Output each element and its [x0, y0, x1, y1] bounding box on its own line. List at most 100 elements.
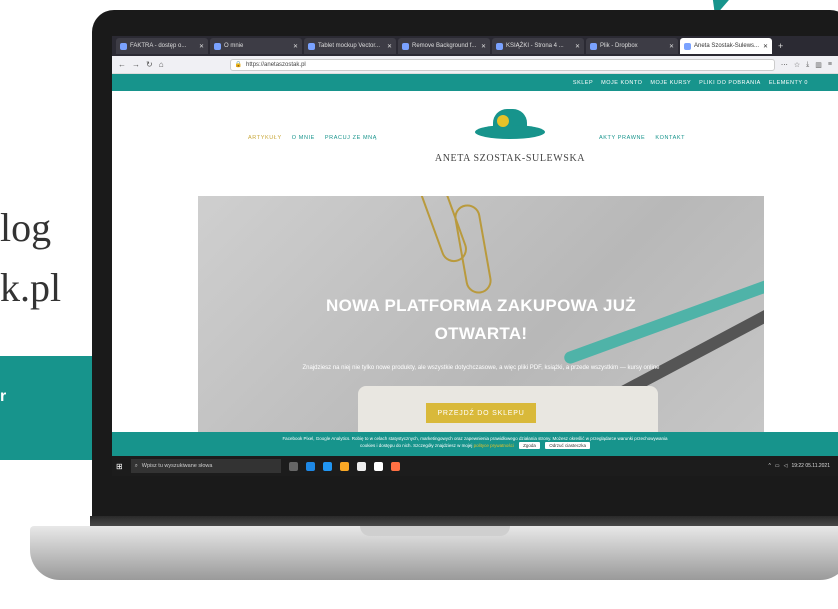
cookie-accept-button[interactable]: Zgoda — [519, 442, 540, 449]
main-nav-left: ARTYKUŁY O MNIE PRACUJ ZE MNĄ — [248, 135, 377, 141]
browser-tab[interactable]: FAKTRA - dostęp o... ✕ — [116, 38, 208, 54]
home-icon[interactable]: ⌂ — [159, 60, 164, 69]
browser-tab-bar: FAKTRA - dostęp o... ✕ O mnie ✕ Tablet moc… — [112, 36, 838, 56]
presentation-slide: log k.pl r FAKTRA - dostęp o... ✕ O mnie ✕… — [0, 0, 838, 609]
taskbar-search-placeholder: Wpisz tu wyszukiwane słowa — [141, 463, 213, 469]
lock-icon: 🔒 — [234, 62, 243, 68]
hero-title-line2: OTWARTA! — [434, 324, 528, 343]
topbar-link-courses[interactable]: MOJE KURSY — [650, 80, 691, 86]
site-logo[interactable]: ANETA SZOSTAK-SULEWSKA — [430, 105, 590, 164]
nav-link-legal[interactable]: AKTY PRAWNE — [599, 135, 645, 141]
close-tab-icon[interactable]: ✕ — [293, 43, 298, 50]
browser-tab[interactable]: Remove Background f... ✕ — [398, 38, 490, 54]
nav-link-contact[interactable]: KONTAKT — [655, 135, 685, 141]
topbar-link-downloads[interactable]: PLIKI DO POBRANIA — [699, 80, 761, 86]
close-tab-icon[interactable]: ✕ — [481, 43, 486, 50]
pencil-image — [562, 278, 764, 366]
clock-date: 05.11.2021 — [805, 463, 830, 469]
tab-label: FAKTRA - dostęp o... — [130, 43, 187, 49]
menu-dots-icon[interactable]: ⋯ — [781, 61, 788, 69]
tab-label: Aneta Szostak-Sulews... — [694, 43, 760, 49]
close-tab-icon[interactable]: ✕ — [387, 43, 392, 50]
volume-icon[interactable]: ◁ — [784, 463, 788, 469]
favicon-icon — [684, 42, 691, 50]
tab-label: Remove Background f... — [412, 43, 477, 49]
browser-tab[interactable]: O mnie ✕ — [210, 38, 302, 54]
cookie-text: Facebook Pixel, Google Analytics. Robię … — [282, 436, 668, 441]
go-to-shop-button[interactable]: PRZEJDŹ DO SKLEPU — [426, 403, 536, 423]
logo-text: ANETA SZOSTAK-SULEWSKA — [434, 153, 586, 164]
cookie-reject-button[interactable]: Odrzuć ciasteczka — [545, 442, 590, 449]
cookie-text-line2: cookies i dostępu do nich. Szczegóły zna… — [112, 442, 838, 449]
tab-label: O mnie — [224, 43, 244, 49]
nav-link-articles[interactable]: ARTYKUŁY — [248, 135, 282, 141]
browser-tab[interactable]: Tablet mockup Vector... ✕ — [304, 38, 396, 54]
clock-time: 19:22 — [791, 463, 804, 469]
browser-tab-active[interactable]: Aneta Szostak-Sulews... ✕ — [680, 38, 772, 54]
bookmark-star-icon[interactable]: ☆ — [794, 61, 800, 69]
address-bar[interactable]: 🔒 https://anetaszostak.pl — [229, 58, 775, 71]
nav-link-work-with-me[interactable]: PRACUJ ZE MNĄ — [325, 135, 377, 141]
hat-logo-icon — [475, 105, 545, 149]
photoshop-icon[interactable] — [305, 461, 315, 471]
favicon-icon — [120, 42, 127, 50]
screen-bezel-bottom — [112, 476, 838, 502]
main-nav-right: AKTY PRAWNE KONTAKT — [599, 135, 685, 141]
favicon-icon — [590, 42, 597, 50]
hero-banner: NOWA PLATFORMA ZAKUPOWA JUŻ OTWARTA! Zna… — [198, 196, 764, 432]
browser-toolbar-icons: ⋯ ☆ ⤓ ▥ ≡ — [781, 61, 832, 69]
system-tray: ^ ▭ ◁ 19:22 05.11.2021 — [768, 463, 830, 469]
favicon-icon — [308, 42, 315, 50]
new-tab-icon[interactable]: + — [778, 41, 783, 51]
slide-text-line1: log — [0, 205, 52, 250]
search-icon: ⌕ — [134, 462, 138, 469]
tab-label: Plik - Dropbox — [600, 43, 638, 49]
site-header: ARTYKUŁY O MNIE PRACUJ ZE MNĄ ANETA SZOS… — [112, 91, 838, 181]
windows-start-icon[interactable]: ⊞ — [116, 462, 123, 471]
slide-text-line2: k.pl — [0, 265, 62, 310]
firefox-icon[interactable] — [390, 461, 400, 471]
topbar-link-cart[interactable]: ELEMENTY 0 — [769, 80, 808, 86]
browser-tab[interactable]: Plik - Dropbox ✕ — [586, 38, 678, 54]
hero-subtitle: Znajdziesz na niej nie tylko nowe produk… — [302, 365, 660, 371]
topbar-link-account[interactable]: MOJE KONTO — [601, 80, 642, 86]
hero-title-line1: NOWA PLATFORMA ZAKUPOWA JUŻ — [326, 296, 636, 315]
hamburger-menu-icon[interactable]: ≡ — [828, 61, 832, 69]
tab-label: Tablet mockup Vector... — [318, 43, 381, 49]
site-topbar: SKLEP MOJE KONTO MOJE KURSY PLIKI DO POB… — [112, 74, 838, 91]
laptop-trackpad-notch — [360, 526, 510, 536]
favicon-icon — [402, 42, 409, 50]
file-explorer-icon[interactable] — [339, 461, 349, 471]
download-icon[interactable]: ⤓ — [806, 61, 809, 69]
url-text: https://anetaszostak.pl — [246, 61, 306, 68]
back-icon[interactable]: ← — [118, 60, 126, 69]
tab-label: KSIĄŻKI - Strona 4 ... — [506, 43, 564, 49]
favicon-icon — [496, 42, 503, 50]
teal-box-text-fragment: r — [0, 388, 7, 405]
mail-icon[interactable] — [373, 461, 383, 471]
edge-icon[interactable] — [322, 461, 332, 471]
library-icon[interactable]: ▥ — [815, 61, 822, 69]
network-icon[interactable]: ▭ — [775, 463, 780, 469]
store-icon[interactable] — [356, 461, 366, 471]
nav-link-about[interactable]: O MNIE — [292, 135, 315, 141]
tray-arrow-icon[interactable]: ^ — [768, 463, 770, 469]
cookie-banner: Facebook Pixel, Google Analytics. Robię … — [112, 432, 838, 456]
cookie-text-2: cookies i dostępu do nich. Szczegóły zna… — [360, 443, 473, 448]
windows-taskbar: ⊞ ⌕ Wpisz tu wyszukiwane słowa ^ ▭ ◁ 19:… — [112, 456, 838, 476]
close-tab-icon[interactable]: ✕ — [669, 43, 674, 50]
close-tab-icon[interactable]: ✕ — [763, 43, 768, 50]
close-tab-icon[interactable]: ✕ — [199, 43, 204, 50]
browser-nav-bar: ← → ↻ ⌂ 🔒 https://anetaszostak.pl ⋯ ☆ ⤓ … — [112, 56, 838, 74]
task-view-icon[interactable] — [288, 461, 298, 471]
taskbar-search-input[interactable]: ⌕ Wpisz tu wyszukiwane słowa — [130, 459, 281, 473]
reload-icon[interactable]: ↻ — [146, 60, 153, 69]
close-tab-icon[interactable]: ✕ — [575, 43, 580, 50]
privacy-policy-link[interactable]: polityce prywatności — [474, 443, 514, 448]
browser-tab[interactable]: KSIĄŻKI - Strona 4 ... ✕ — [492, 38, 584, 54]
forward-icon[interactable]: → — [132, 60, 140, 69]
topbar-link-shop[interactable]: SKLEP — [573, 80, 593, 86]
favicon-icon — [214, 42, 221, 50]
clock[interactable]: 19:22 05.11.2021 — [791, 463, 830, 469]
laptop-screen: FAKTRA - dostęp o... ✕ O mnie ✕ Tablet moc… — [112, 36, 838, 502]
